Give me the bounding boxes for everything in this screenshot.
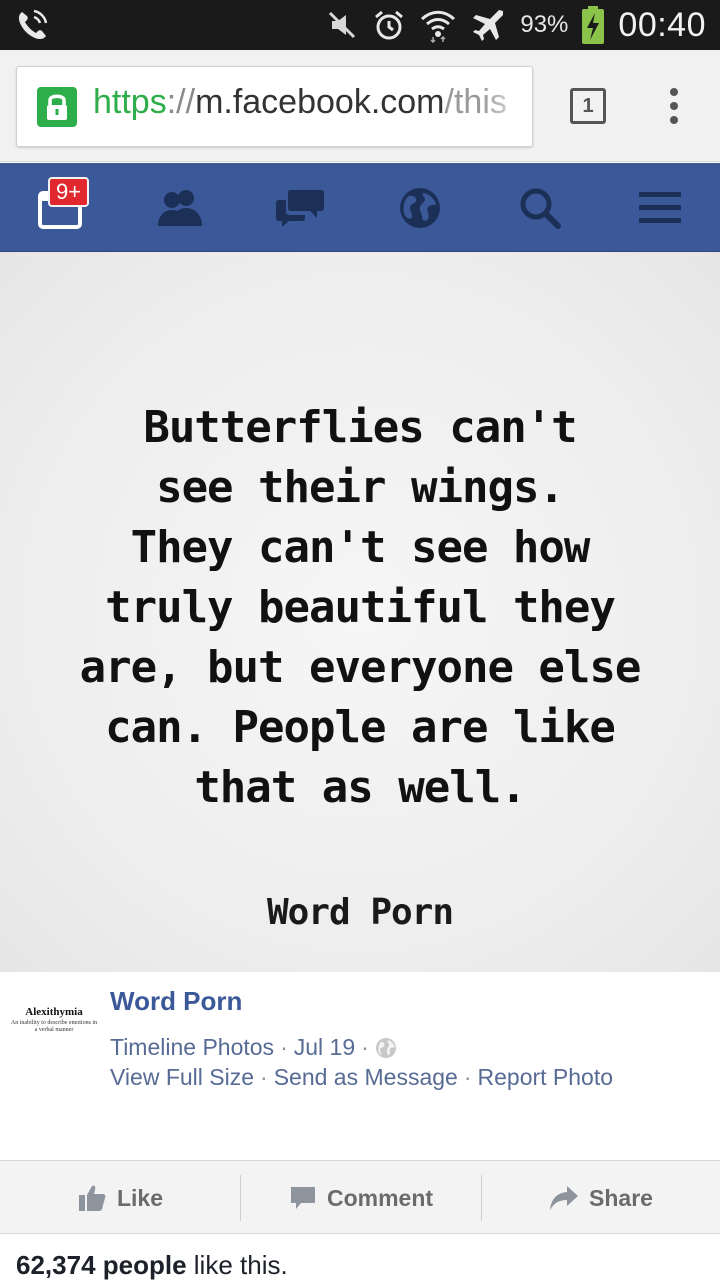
separator: · — [361, 1034, 369, 1060]
view-full-size-link[interactable]: View Full Size — [110, 1064, 254, 1091]
separator: · — [280, 1034, 288, 1060]
post-subline: Timeline Photos · Jul 19 · — [110, 1034, 397, 1061]
post-actions: Like Comment Share — [0, 1160, 720, 1234]
separator: · — [260, 1064, 268, 1090]
tab-switcher-button[interactable]: 1 — [570, 88, 606, 124]
album-link[interactable]: Timeline Photos — [110, 1034, 274, 1061]
quote-line: They can't see how — [130, 522, 591, 573]
nav-notifications[interactable]: 9+ — [0, 163, 120, 252]
clock: 00:40 — [618, 5, 706, 44]
battery-percent: 93% — [520, 11, 569, 38]
send-as-message-link[interactable]: Send as Message — [274, 1064, 458, 1091]
quote-line: are, but everyone else — [79, 642, 642, 693]
url-scheme: https — [93, 83, 167, 121]
page-name-link[interactable]: Word Porn — [110, 986, 242, 1017]
globe-icon — [400, 187, 440, 228]
avatar-subtitle: An inability to describe emotions in a v… — [10, 1020, 98, 1033]
separator: · — [463, 1064, 472, 1090]
url-host: m.facebook.com — [195, 83, 445, 121]
quote-line: see their wings. — [156, 462, 565, 513]
post-photo[interactable]: Butterflies can't see their wings. They … — [0, 252, 720, 972]
friends-icon — [158, 189, 202, 226]
report-photo-link[interactable]: Report Photo — [478, 1064, 614, 1091]
post-date[interactable]: Jul 19 — [294, 1034, 355, 1061]
status-bar: 93% 00:40 — [0, 0, 720, 50]
messages-icon — [276, 189, 324, 227]
address-bar[interactable]: https://m.facebook.com/this — [16, 66, 533, 147]
url-fade — [482, 67, 532, 146]
like-button[interactable]: Like — [0, 1161, 240, 1235]
thumbs-up-icon — [78, 1185, 106, 1211]
public-globe-icon — [375, 1037, 396, 1058]
comment-button[interactable]: Comment — [241, 1161, 481, 1235]
facebook-nav-bar: 9+ — [0, 163, 720, 252]
likes-summary[interactable]: 62,374 people like this. — [16, 1250, 288, 1280]
likes-suffix: like this. — [193, 1250, 288, 1280]
post-meta: Alexithymia An inability to describe emo… — [0, 972, 720, 1160]
page-avatar[interactable]: Alexithymia An inability to describe emo… — [10, 1002, 98, 1052]
share-button[interactable]: Share — [482, 1161, 720, 1235]
likes-count: 62,374 people — [16, 1250, 187, 1280]
quote-line: Butterflies can't — [143, 402, 577, 453]
airplane-mode-icon — [470, 7, 506, 43]
url-separator: :// — [166, 83, 196, 121]
hamburger-menu-icon — [639, 191, 681, 223]
search-icon — [520, 188, 561, 229]
nav-menu[interactable] — [600, 163, 720, 252]
share-arrow-icon — [550, 1186, 579, 1210]
nav-messages[interactable] — [240, 163, 360, 252]
quote-line: truly beautiful they — [105, 582, 616, 633]
quote-source: Word Porn — [266, 892, 454, 933]
notification-badge: 9+ — [48, 177, 90, 207]
nav-search[interactable] — [480, 163, 600, 252]
secure-lock-icon — [37, 87, 77, 127]
quote-text: Butterflies can't see their wings. They … — [40, 398, 680, 818]
phone-call-icon — [14, 8, 50, 44]
share-label: Share — [589, 1184, 653, 1211]
comment-label: Comment — [326, 1184, 434, 1211]
quote-line: that as well. — [194, 762, 526, 813]
photo-links: View Full Size · Send as Message · Repor… — [110, 1064, 613, 1091]
alarm-icon — [372, 8, 406, 42]
nav-globe[interactable] — [360, 163, 480, 252]
nav-friend-requests[interactable] — [120, 163, 240, 252]
avatar-title: Alexithymia — [25, 1006, 83, 1018]
battery-charging-icon — [582, 6, 605, 44]
quote-line: can. People are like — [105, 702, 616, 753]
like-label: Like — [116, 1184, 164, 1211]
comment-icon — [290, 1187, 315, 1209]
overflow-menu-icon[interactable] — [664, 88, 684, 128]
browser-toolbar: https://m.facebook.com/this 1 — [0, 50, 720, 162]
wifi-icon — [420, 7, 456, 43]
mute-icon — [326, 9, 358, 41]
url-text[interactable]: https://m.facebook.com/this — [93, 83, 507, 122]
